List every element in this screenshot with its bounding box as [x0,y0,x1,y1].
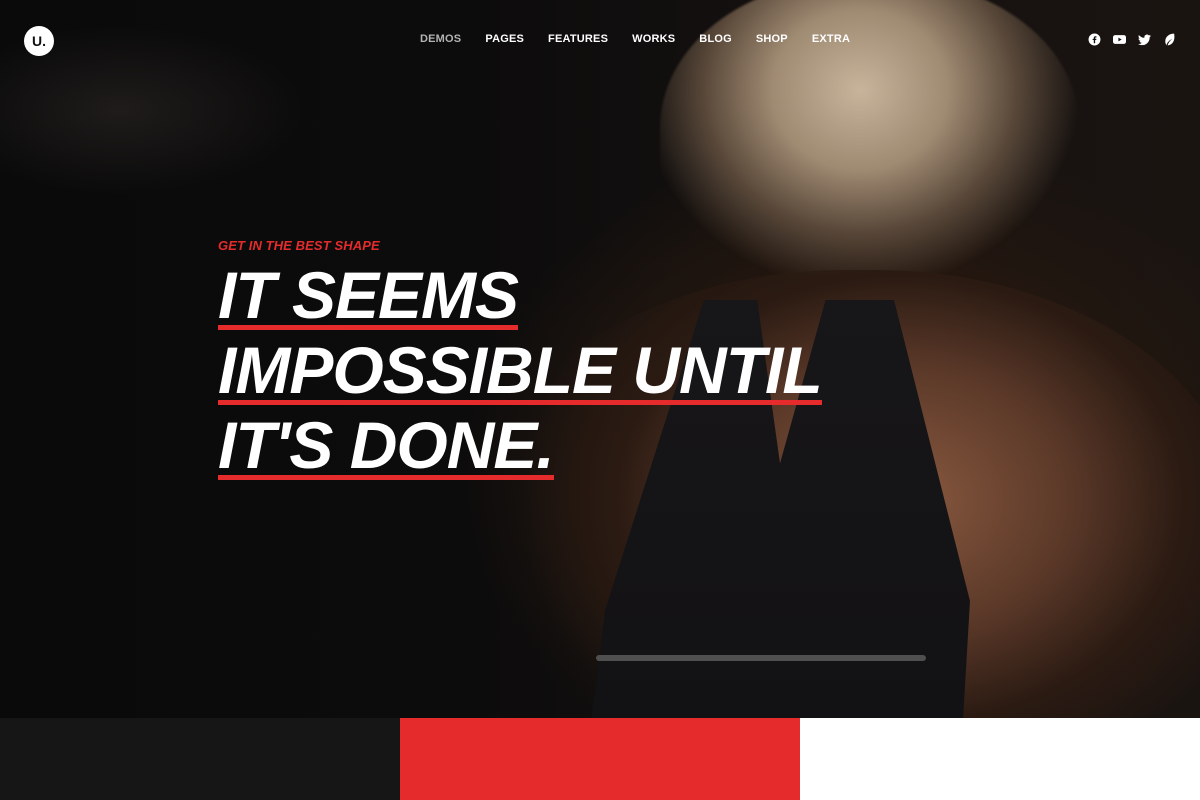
facebook-icon[interactable] [1088,33,1101,46]
logo[interactable]: U. [24,26,54,56]
twitter-icon[interactable] [1138,33,1151,46]
headline-line-2: IMPOSSIBLE UNTIL [218,333,823,407]
strip-white [800,718,1200,800]
nav-features[interactable]: FEATURES [548,33,608,45]
hero-photo-tank-trim [596,655,926,661]
nav-blog[interactable]: BLOG [699,33,732,45]
hero-kicker: GET IN THE BEST SHAPE [218,238,380,253]
youtube-icon[interactable] [1113,33,1126,46]
headline-line-1: IT SEEMS [218,258,519,332]
nav-pages[interactable]: PAGES [485,33,524,45]
nav-extra[interactable]: EXTRA [812,33,850,45]
main-nav: DEMOS PAGES FEATURES WORKS BLOG SHOP EXT… [420,33,874,45]
hero-headline: IT SEEMS IMPOSSIBLE UNTIL IT'S DONE. [218,258,823,483]
leaf-icon[interactable] [1163,33,1176,46]
social-links [1088,33,1176,46]
nav-shop[interactable]: SHOP [756,33,788,45]
headline-line-3: IT'S DONE. [218,408,555,482]
nav-demos[interactable]: DEMOS [420,33,461,45]
strip-red [400,718,800,800]
strip-dark [0,718,400,800]
nav-works[interactable]: WORKS [632,33,675,45]
